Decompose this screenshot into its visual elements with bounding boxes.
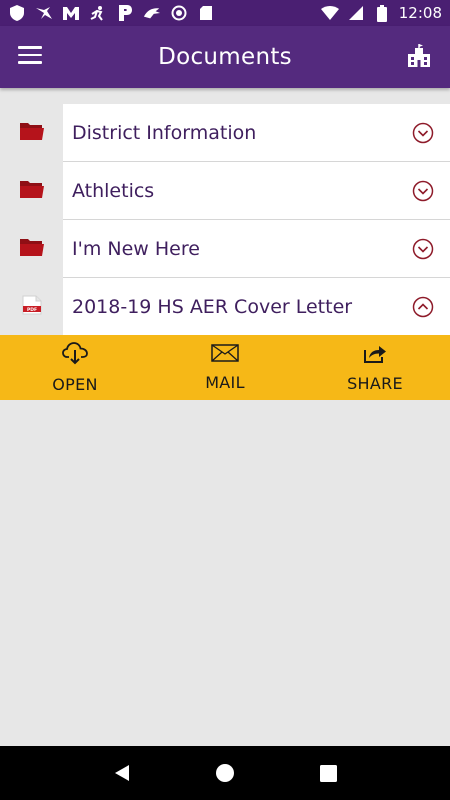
- list-item-label: District Information: [72, 121, 257, 144]
- record-icon: [170, 4, 188, 22]
- recents-icon[interactable]: [314, 759, 342, 787]
- m-logo-icon: [62, 4, 80, 22]
- open-button[interactable]: OPEN: [0, 335, 150, 400]
- sdcard-icon: [197, 4, 215, 22]
- shield-icon: [8, 4, 26, 22]
- svg-text:PDF: PDF: [26, 306, 36, 312]
- list-item-label: I'm New Here: [72, 237, 200, 260]
- status-bar: 12:08: [0, 0, 450, 26]
- school-building-icon[interactable]: [406, 44, 432, 70]
- documents-list: District Information Athletics I'm New H…: [0, 104, 450, 336]
- p-logo-icon: [116, 4, 134, 22]
- open-label: OPEN: [52, 375, 98, 394]
- share-button[interactable]: SHARE: [300, 335, 450, 400]
- mail-button[interactable]: MAIL: [150, 335, 300, 400]
- signal-icon: [347, 4, 365, 22]
- list-item-aer-cover-letter[interactable]: PDF 2018-19 HS AER Cover Letter: [0, 278, 450, 336]
- share-label: SHARE: [347, 374, 403, 393]
- wifi-icon: [320, 4, 339, 22]
- mail-icon: [211, 343, 239, 368]
- list-item-district-information[interactable]: District Information: [0, 104, 450, 162]
- chevron-down-icon[interactable]: [412, 180, 434, 202]
- list-item-label: 2018-19 HS AER Cover Letter: [72, 296, 353, 318]
- status-time: 12:08: [398, 4, 442, 22]
- chevron-up-icon[interactable]: [412, 296, 434, 318]
- notification-icons: [8, 4, 215, 22]
- battery-icon: [373, 4, 391, 22]
- document-actions: OPEN MAIL SHARE: [0, 335, 450, 400]
- hamburger-menu-icon[interactable]: [18, 46, 42, 68]
- list-item-athletics[interactable]: Athletics: [0, 162, 450, 220]
- cloud-download-icon: [62, 341, 88, 370]
- home-icon[interactable]: [211, 759, 239, 787]
- mail-label: MAIL: [205, 373, 245, 392]
- chevron-down-icon[interactable]: [412, 238, 434, 260]
- chevron-down-icon[interactable]: [412, 122, 434, 144]
- page-title: Documents: [158, 44, 292, 70]
- pdf-file-icon: PDF: [21, 295, 43, 320]
- back-icon[interactable]: [108, 759, 136, 787]
- share-icon: [362, 342, 388, 369]
- folder-icon: [19, 121, 45, 146]
- system-nav-bar: [0, 746, 450, 800]
- bird-icon: [143, 4, 161, 22]
- app-bar: Documents: [0, 26, 450, 88]
- runner-icon: [89, 4, 107, 22]
- list-item-im-new-here[interactable]: I'm New Here: [0, 220, 450, 278]
- list-item-label: Athletics: [72, 179, 155, 202]
- eagle-icon: [35, 4, 53, 22]
- folder-icon: [19, 179, 45, 204]
- folder-icon: [19, 237, 45, 262]
